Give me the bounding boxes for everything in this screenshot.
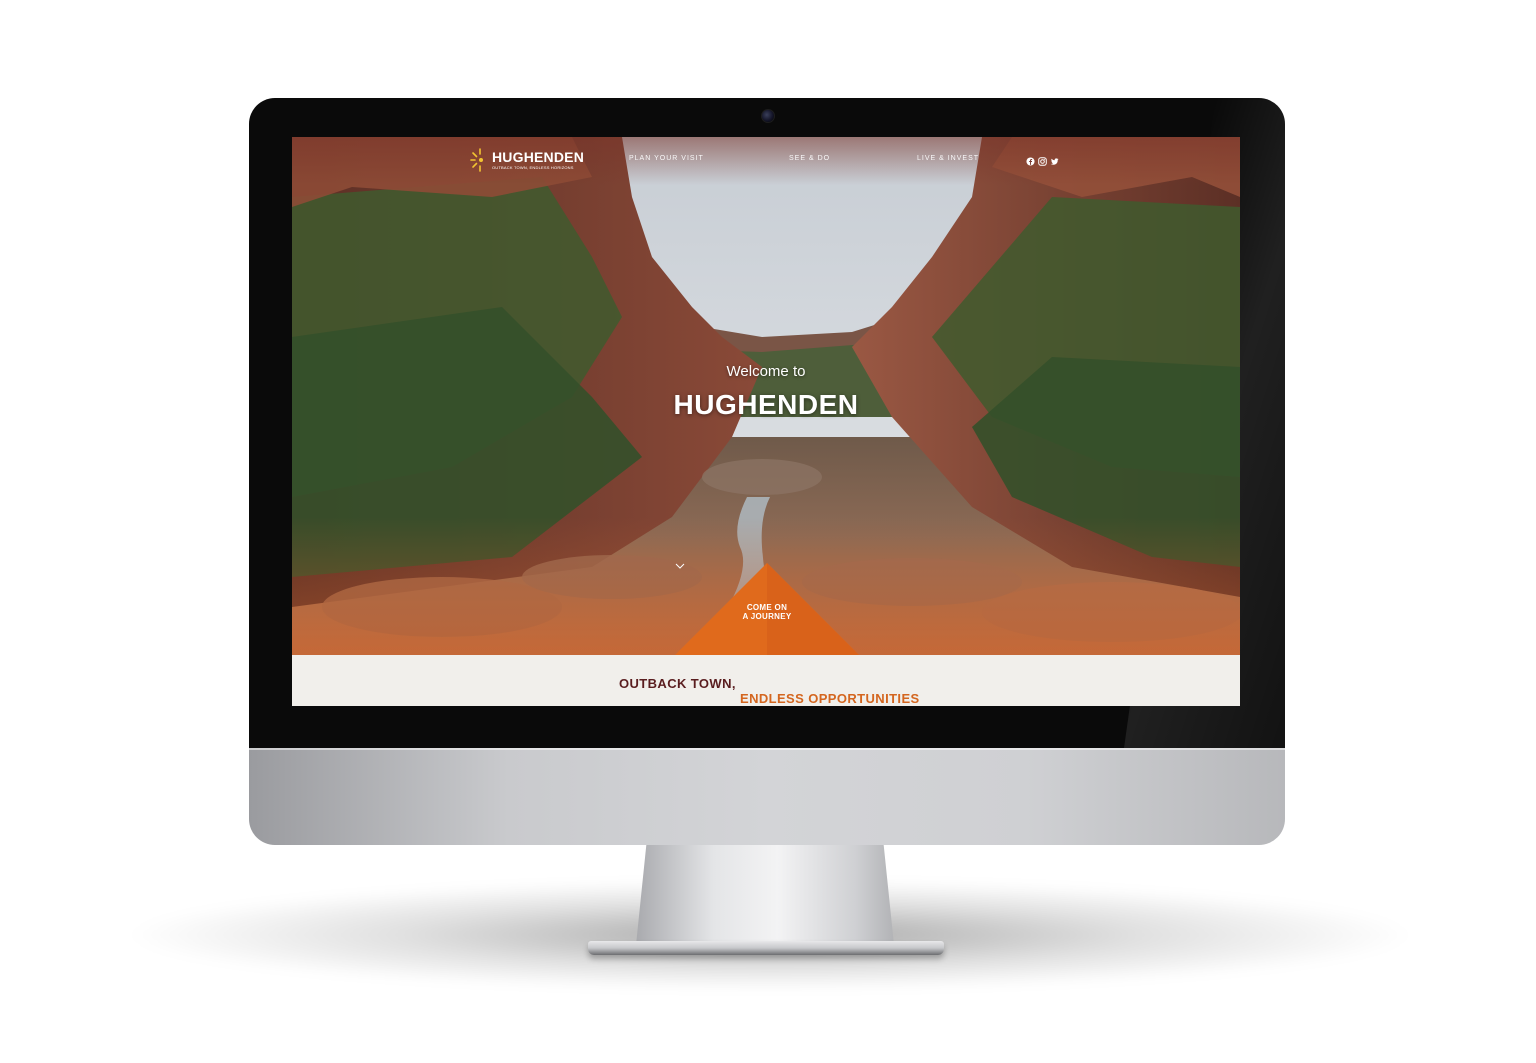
nav-overlay bbox=[292, 137, 1240, 185]
social-links bbox=[1026, 153, 1059, 166]
sunburst-icon bbox=[470, 148, 483, 172]
website-screen: HUGHENDEN OUTBACK TOWN, ENDLESS HORIZONS… bbox=[292, 137, 1240, 706]
logo-tagline: OUTBACK TOWN, ENDLESS HORIZONS bbox=[492, 165, 574, 170]
product-mockup: HUGHENDEN OUTBACK TOWN, ENDLESS HORIZONS… bbox=[0, 0, 1536, 1063]
webcam-icon bbox=[761, 109, 775, 123]
hero-section: HUGHENDEN OUTBACK TOWN, ENDLESS HORIZONS… bbox=[292, 137, 1240, 655]
journey-cta-button[interactable]: COME ON A JOURNEY bbox=[675, 563, 859, 655]
nav-plan-your-visit[interactable]: PLAN YOUR VISIT bbox=[629, 155, 704, 162]
site-logo[interactable]: HUGHENDEN OUTBACK TOWN, ENDLESS HORIZONS bbox=[470, 145, 584, 175]
journey-cta-line1: COME ON bbox=[746, 603, 788, 612]
hero-title: HUGHENDEN bbox=[673, 389, 859, 420]
hero-welcome-text: Welcome to bbox=[726, 363, 806, 380]
nav-see-and-do[interactable]: SEE & DO bbox=[789, 155, 830, 162]
logo-title: HUGHENDEN bbox=[492, 149, 585, 165]
intro-section: OUTBACK TOWN, ENDLESS OPPORTUNITIES bbox=[292, 655, 1240, 706]
twitter-icon[interactable] bbox=[1050, 153, 1059, 165]
logo-wordmark: HUGHENDEN OUTBACK TOWN, ENDLESS HORIZONS bbox=[492, 150, 584, 170]
instagram-icon[interactable] bbox=[1038, 153, 1047, 166]
chevron-down-icon bbox=[675, 563, 685, 569]
monitor-chin bbox=[249, 748, 1285, 845]
nav-live-and-invest[interactable]: LIVE & INVEST bbox=[917, 155, 979, 162]
monitor-stand-base bbox=[588, 941, 944, 955]
journey-cta-label: COME ON A JOURNEY bbox=[675, 603, 859, 621]
intro-heading-line2: ENDLESS OPPORTUNITIES bbox=[740, 691, 920, 706]
facebook-icon[interactable] bbox=[1026, 153, 1035, 166]
journey-cta-line2: A JOURNEY bbox=[742, 612, 792, 621]
monitor-stand bbox=[636, 845, 894, 945]
intro-heading-line1: OUTBACK TOWN, bbox=[619, 676, 736, 691]
